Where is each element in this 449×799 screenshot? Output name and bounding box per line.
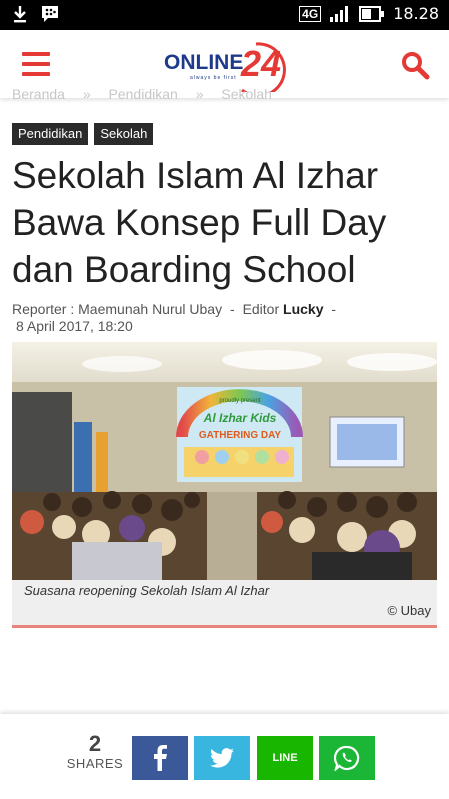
facebook-share-button[interactable] [132, 736, 188, 780]
menu-icon[interactable] [22, 52, 50, 76]
twitter-share-button[interactable] [194, 736, 250, 780]
photo-caption-box: Suasana reopening Sekolah Islam Al Izhar… [12, 580, 437, 628]
signal-icon [330, 5, 349, 22]
event-photo-illustration: proudly present Al Izhar Kids GATHERING … [12, 342, 437, 580]
battery-icon [359, 5, 385, 22]
article-byline: Reporter : Maemunah Nurul Ubay - Editor … [12, 301, 337, 334]
logo-wordmark: ONLINE [164, 51, 243, 74]
photo-caption: Suasana reopening Sekolah Islam Al Izhar [24, 583, 270, 598]
banner-line-2: Al Izhar Kids [203, 411, 277, 425]
editor-label: Editor [242, 301, 280, 317]
facebook-icon [154, 745, 167, 771]
clock: 18.28 [393, 4, 439, 23]
breadcrumb-category[interactable]: Pendidikan [109, 86, 178, 102]
site-logo[interactable]: ONLINE 24 always be first [162, 36, 292, 92]
article-title: Sekolah Islam Al Izhar Bawa Konsep Full … [12, 155, 387, 290]
breadcrumb-sep: » [82, 86, 91, 102]
download-icon [14, 6, 26, 23]
tag-list: Pendidikan Sekolah [12, 123, 154, 145]
reporter-label: Reporter : Maemunah Nurul Ubay [12, 301, 223, 317]
breadcrumb: Beranda » Pendidikan » Sekolah [12, 86, 286, 102]
publish-date: 8 April 2017, 18:20 [16, 318, 133, 334]
network-badge: 4G [299, 5, 322, 22]
banner-line-3: GATHERING DAY [199, 430, 282, 441]
tag-pendidikan[interactable]: Pendidikan [12, 123, 89, 145]
breadcrumb-home[interactable]: Beranda [12, 86, 65, 102]
whatsapp-share-button[interactable] [319, 736, 375, 780]
share-count: 2 [88, 731, 102, 756]
line-icon: LINE [272, 752, 298, 764]
photo-credit: © Ubay [387, 603, 431, 618]
twitter-icon [210, 748, 234, 768]
banner-line-1: proudly present [219, 398, 261, 404]
article-photo[interactable]: proudly present Al Izhar Kids GATHERING … [12, 342, 437, 580]
editor-name[interactable]: Lucky [283, 301, 323, 317]
share-label: SHARES [66, 756, 124, 771]
breadcrumb-subcategory[interactable]: Sekolah [221, 86, 272, 102]
breadcrumb-sep: » [195, 86, 204, 102]
logo-tagline: always be first [190, 75, 237, 81]
status-bar: 4G 18.28 [0, 0, 449, 30]
logo-number: 24 [240, 43, 281, 84]
share-counter: 2 SHARES [62, 731, 128, 772]
line-share-button[interactable]: LINE [257, 736, 313, 780]
whatsapp-icon [334, 745, 360, 771]
search-icon[interactable] [400, 50, 430, 80]
tag-sekolah[interactable]: Sekolah [94, 123, 154, 145]
bbm-icon [42, 6, 58, 22]
share-bar: 2 SHARES LINE [0, 714, 449, 799]
